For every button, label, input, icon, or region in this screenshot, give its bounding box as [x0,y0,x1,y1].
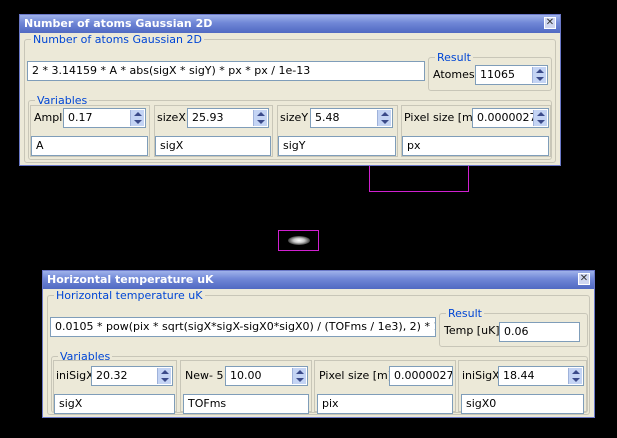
temperature-window-titlebar[interactable]: Horizontal temperature uK [43,271,594,289]
atoms-var-sizey-value: 5.48 [315,111,340,124]
selection-outline [369,166,469,192]
temp-result-legend: Result [448,307,482,320]
close-icon[interactable]: ✕ [578,273,590,285]
temp-var-inisigx-value: 20.32 [96,369,128,382]
spin-arrows-icon[interactable] [377,110,391,126]
spin-arrows-icon[interactable] [533,110,547,126]
atoms-window-title: Number of atoms Gaussian 2D [24,17,213,30]
temp-group-title: Horizontal temperature uK [56,289,203,302]
spin-arrows-icon[interactable] [568,368,582,384]
atoms-var-sizey-label: sizeY [280,111,309,124]
atoms-var-pixel-spinbox[interactable]: 0.0000027 [472,108,549,128]
temp-result-value: 0.06 [504,325,529,338]
atoms-result-legend: Result [437,51,471,64]
temp-var-inisigx0-value: 18.44 [503,369,535,382]
spin-arrows-icon[interactable] [157,368,171,384]
atoms-window: Number of atoms Gaussian 2D ✕ Number of … [19,14,561,166]
atoms-var-sizex-name-input[interactable]: sigX [155,136,271,156]
atoms-var-ampl-label: Ampl [34,111,63,124]
temp-result-spinbox[interactable]: 0.06 [499,322,580,342]
temp-var-inisigx-spinbox[interactable]: 20.32 [91,366,173,386]
atoms-group-title: Number of atoms Gaussian 2D [33,33,202,46]
atoms-window-titlebar[interactable]: Number of atoms Gaussian 2D [20,15,560,33]
atoms-var-pixel-value: 0.0000027 [477,111,537,124]
atoms-result-spinbox[interactable]: 11065 [475,65,548,85]
atoms-formula-input[interactable]: 2 * 3.14159 * A * abs(sigX * sigY) * px … [27,61,425,81]
temperature-window: Horizontal temperature uK ✕ Horizontal t… [42,270,595,418]
temp-var-pixel-label: Pixel size [m] [319,369,393,382]
atoms-var-ampl-spinbox[interactable]: 0.17 [63,108,146,128]
atoms-var-sizex-spinbox[interactable]: 25.93 [187,108,269,128]
atoms-var-sizey-spinbox[interactable]: 5.48 [310,108,393,128]
spin-arrows-icon[interactable] [130,110,144,126]
temp-var-inisigx-label: iniSigX [56,369,94,382]
close-icon[interactable]: ✕ [544,17,556,29]
atoms-var-ampl-value: 0.17 [68,111,93,124]
atom-cloud-image[interactable] [278,230,319,251]
atoms-result-value: 11065 [480,68,515,81]
atoms-var-sizex-value: 25.93 [192,111,224,124]
temp-var-tof-value: 10.00 [230,369,262,382]
temp-var-tof-label: New- 5 [185,369,224,382]
spin-arrows-icon[interactable] [532,67,546,83]
temp-var-inisigx0-spinbox[interactable]: 18.44 [498,366,584,386]
temp-var-tof-name-input[interactable]: TOFms [183,394,309,414]
atoms-var-pixel-name-input[interactable]: px [402,136,549,156]
temp-result-label: Temp [uK] [444,324,500,337]
temp-var-inisigx-name-input[interactable]: sigX [54,394,175,414]
atom-cloud-blob [288,236,310,245]
atoms-var-ampl-name-input[interactable]: A [31,136,148,156]
temp-var-inisigx0-label: iniSigX [462,369,500,382]
spin-arrows-icon[interactable] [253,110,267,126]
temp-formula-input[interactable]: 0.0105 * pow(pix * sqrt(sigX*sigX-sigX0*… [50,317,436,337]
atoms-var-sizey-name-input[interactable]: sigY [278,136,396,156]
temp-var-pixel-name-input[interactable]: pix [317,394,453,414]
temp-var-pixel-spinbox[interactable]: 0.0000027 [389,366,453,386]
temp-var-tof-spinbox[interactable]: 10.00 [225,366,308,386]
temp-var-pixel-value: 0.0000027 [394,369,453,382]
spin-arrows-icon[interactable] [292,368,306,384]
temp-var-inisigx0-name-input[interactable]: sigX0 [461,394,584,414]
atoms-var-pixel-label: Pixel size [m] [404,111,478,124]
atoms-result-label: Atomes [433,68,475,81]
temperature-window-title: Horizontal temperature uK [47,273,214,286]
atoms-var-sizex-label: sizeX [157,111,186,124]
